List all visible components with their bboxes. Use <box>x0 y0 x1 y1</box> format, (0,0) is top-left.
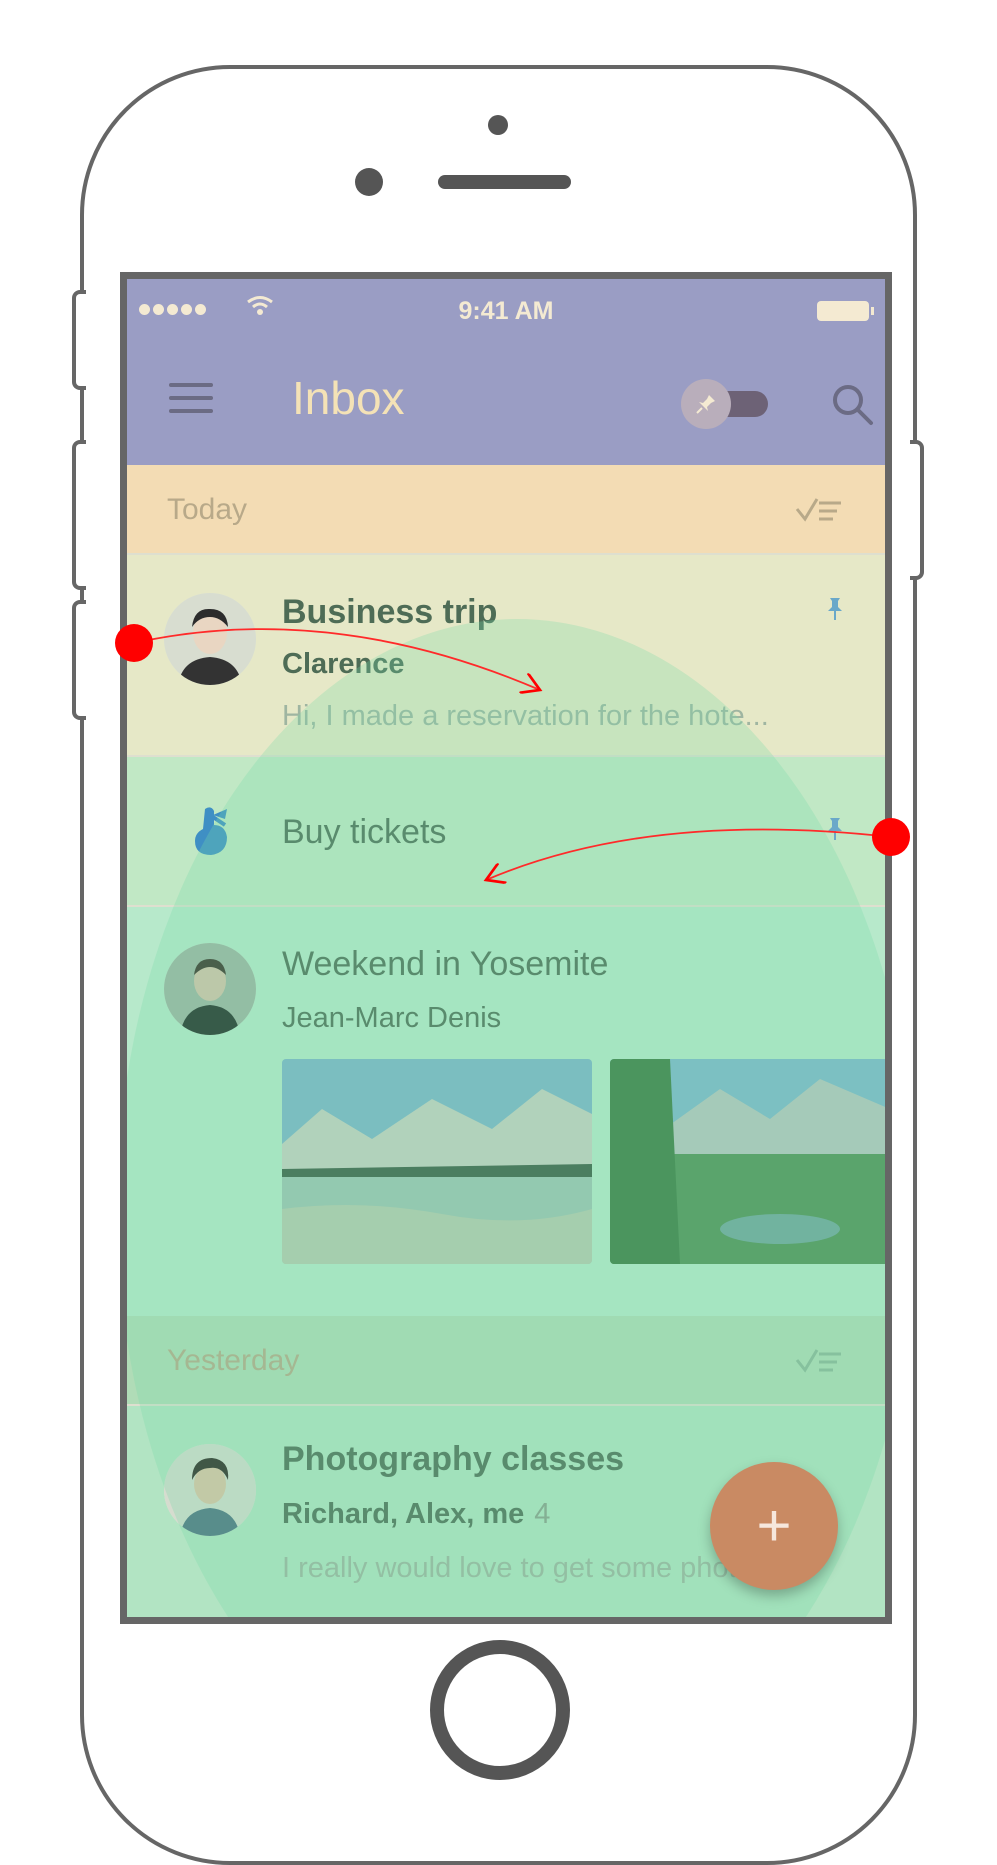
status-time: 9:41 AM <box>458 297 554 325</box>
page-title: Inbox <box>292 372 405 424</box>
item-sender: Jean-Marc Denis <box>282 1002 502 1034</box>
status-bar: 9:41 AM <box>127 279 885 341</box>
pin-icon[interactable] <box>825 817 845 841</box>
volume-up-button <box>72 440 86 590</box>
thread-count: 4 <box>534 1498 551 1530</box>
section-header-yesterday: Yesterday <box>127 1316 885 1404</box>
attachment-thumbnail[interactable] <box>610 1059 885 1264</box>
pin-icon <box>681 379 731 429</box>
item-sender-names: Richard, Alex, me <box>282 1498 525 1530</box>
pinned-toggle[interactable] <box>681 379 771 429</box>
section-label: Yesterday <box>167 1344 300 1377</box>
plus-icon: + <box>756 1492 792 1559</box>
item-snippet: I really would love to get some phot... <box>282 1552 761 1584</box>
reminder-hand-icon <box>195 807 227 855</box>
item-subject: Weekend in Yosemite <box>282 945 609 983</box>
front-camera <box>355 168 383 196</box>
home-button[interactable] <box>430 1640 570 1780</box>
item-subject: Business trip <box>282 593 498 631</box>
phone-screen: 9:41 AM Inbox Today Business trip Claren… <box>120 272 892 1624</box>
list-item[interactable]: Buy tickets <box>127 755 885 907</box>
battery-icon <box>817 301 874 321</box>
proximity-sensor <box>488 115 508 135</box>
item-subject: Buy tickets <box>282 813 447 851</box>
avatar <box>164 943 256 1035</box>
list-item[interactable]: Business trip Clarence Hi, I made a rese… <box>127 553 885 757</box>
item-snippet: Hi, I made a reservation for the hote... <box>282 700 769 732</box>
section-header-today: Today <box>127 465 885 553</box>
app-bar: Inbox <box>127 341 885 465</box>
item-sender: Clarence <box>282 648 405 680</box>
item-sender: Richard, Alex, me 4 <box>282 1498 550 1531</box>
list-item[interactable]: Weekend in Yosemite Jean-Marc Denis <box>127 905 885 1317</box>
power-button <box>910 440 924 580</box>
pin-icon[interactable] <box>825 597 845 621</box>
section-label: Today <box>167 493 248 526</box>
compose-button[interactable]: + <box>710 1462 838 1590</box>
earpiece-speaker <box>438 175 571 189</box>
attachment-thumbnail[interactable] <box>282 1059 592 1264</box>
mute-switch <box>72 290 86 390</box>
avatar <box>164 1444 256 1536</box>
avatar <box>164 593 256 685</box>
item-subject: Photography classes <box>282 1440 625 1478</box>
search-icon[interactable] <box>829 381 875 427</box>
done-all-icon[interactable] <box>795 495 845 525</box>
done-all-icon[interactable] <box>795 1346 845 1376</box>
volume-down-button <box>72 600 86 720</box>
menu-icon[interactable] <box>169 383 213 419</box>
